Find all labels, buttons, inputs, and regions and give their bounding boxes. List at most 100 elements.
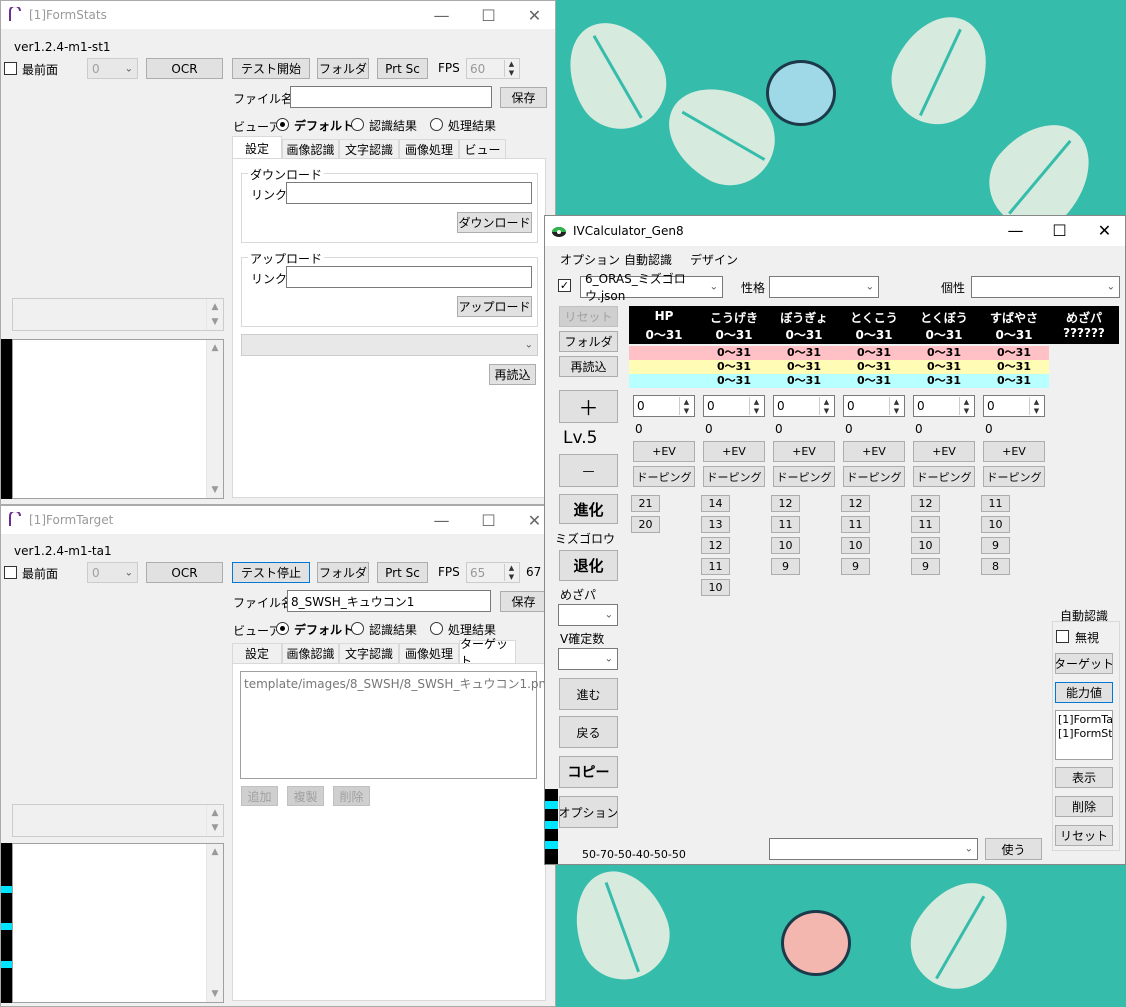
- download-button[interactable]: ダウンロード: [457, 212, 532, 233]
- tab-target[interactable]: ターゲット: [459, 637, 516, 668]
- maximize-icon[interactable]: ☐: [466, 506, 511, 534]
- small-listbox[interactable]: ▲ ▼: [12, 804, 224, 837]
- log-listbox[interactable]: ▲ ▼: [12, 843, 224, 1003]
- stat-candidate-button[interactable]: 9: [911, 558, 940, 575]
- folder-button[interactable]: フォルダ: [317, 58, 369, 79]
- ev-input[interactable]: 0 ▲ ▼: [703, 395, 765, 417]
- save-button[interactable]: 保存: [500, 591, 547, 612]
- delete-button[interactable]: 削除: [333, 786, 370, 806]
- reload-button[interactable]: 再読込: [489, 364, 536, 385]
- use-combo[interactable]: ⌄: [769, 838, 978, 860]
- devolve-button[interactable]: 退化: [559, 550, 618, 581]
- tab-image-proc[interactable]: 画像処理: [399, 139, 459, 159]
- viewer-default-radio[interactable]: [276, 118, 289, 131]
- target-button[interactable]: ターゲット: [1055, 653, 1113, 674]
- template-listbox[interactable]: template/images/8_SWSH/8_SWSH_キュウコン1.png: [240, 671, 554, 779]
- stat-candidate-button[interactable]: 12: [701, 537, 730, 554]
- plus-ev-button[interactable]: +EV: [983, 441, 1045, 462]
- doping-button[interactable]: ドーピング: [913, 466, 975, 487]
- fps-input[interactable]: 65 ▲ ▼: [466, 562, 520, 583]
- menu-auto-recog[interactable]: 自動認識: [624, 251, 672, 268]
- doping-button[interactable]: ドーピング: [773, 466, 835, 487]
- viewer-default-radio[interactable]: [276, 622, 289, 635]
- stat-candidate-button[interactable]: 9: [841, 558, 870, 575]
- stat-candidate-button[interactable]: 11: [911, 516, 940, 533]
- duplicate-button[interactable]: 複製: [287, 786, 324, 806]
- download-link-input[interactable]: [286, 182, 532, 204]
- tab-text-recog[interactable]: 文字認識: [339, 139, 399, 159]
- doping-button[interactable]: ドーピング: [703, 466, 765, 487]
- doping-button[interactable]: ドーピング: [843, 466, 905, 487]
- minimize-icon[interactable]: —: [993, 216, 1038, 244]
- folder-button[interactable]: フォルダ: [559, 331, 618, 352]
- doping-button[interactable]: ドーピング: [633, 466, 695, 487]
- json-file-combo[interactable]: 6_ORAS_ミズゴロウ.json ⌄: [580, 272, 723, 303]
- test-start-button[interactable]: テスト開始: [232, 58, 310, 79]
- ocr-button[interactable]: OCR: [146, 58, 223, 79]
- menu-option[interactable]: オプション: [560, 251, 620, 268]
- close-icon[interactable]: ✕: [512, 1, 557, 29]
- forward-button[interactable]: 進む: [559, 678, 618, 710]
- stat-candidate-button[interactable]: 10: [771, 537, 800, 554]
- menu-design[interactable]: デザイン: [690, 251, 738, 268]
- maximize-icon[interactable]: ☐: [1037, 216, 1082, 244]
- forms-listbox[interactable]: [1]FormTar [1]FormSta: [1055, 710, 1113, 760]
- capture-combo[interactable]: 0 ⌄: [87, 562, 138, 583]
- stat-candidate-button[interactable]: 12: [841, 495, 870, 512]
- option-button[interactable]: オプション: [559, 796, 618, 828]
- tab-text-recog[interactable]: 文字認識: [339, 643, 399, 663]
- disable-checkbox[interactable]: [1056, 630, 1069, 643]
- stat-candidate-button[interactable]: 14: [701, 495, 730, 512]
- upload-button[interactable]: アップロード: [457, 296, 532, 317]
- forms-list-item[interactable]: [1]FormSta: [1058, 727, 1112, 740]
- minimize-icon[interactable]: —: [419, 1, 464, 29]
- fps-input[interactable]: 60 ▲ ▼: [466, 58, 520, 79]
- stat-candidate-button[interactable]: 13: [701, 516, 730, 533]
- viewer-recog-radio[interactable]: [351, 622, 364, 635]
- stat-candidate-button[interactable]: 11: [841, 516, 870, 533]
- delete-button[interactable]: 削除: [1055, 796, 1113, 817]
- viewer-proc-radio[interactable]: [430, 622, 443, 635]
- filename-input[interactable]: 8_SWSH_キュウコン1: [287, 590, 491, 612]
- evolve-button[interactable]: 進化: [559, 494, 618, 524]
- plus-ev-button[interactable]: +EV: [703, 441, 765, 462]
- stat-candidate-button[interactable]: 20: [631, 516, 660, 533]
- stat-candidate-button[interactable]: 21: [631, 495, 660, 512]
- tab-settings[interactable]: 設定: [232, 643, 282, 663]
- tab-image-proc[interactable]: 画像処理: [399, 643, 459, 663]
- close-icon[interactable]: ✕: [1082, 216, 1126, 244]
- ev-input[interactable]: 0 ▲ ▼: [773, 395, 835, 417]
- topmost-checkbox[interactable]: [4, 62, 17, 75]
- hidden-power-combo[interactable]: ⌄: [558, 604, 618, 626]
- tab-view[interactable]: ビュー: [459, 139, 506, 159]
- stat-candidate-button[interactable]: 11: [981, 495, 1010, 512]
- v-count-combo[interactable]: ⌄: [558, 648, 618, 670]
- stat-candidate-button[interactable]: 9: [981, 537, 1010, 554]
- stat-candidate-button[interactable]: 12: [911, 495, 940, 512]
- ev-input[interactable]: 0 ▲ ▼: [843, 395, 905, 417]
- ev-input[interactable]: 0 ▲ ▼: [913, 395, 975, 417]
- stat-candidate-button[interactable]: 10: [841, 537, 870, 554]
- test-stop-button[interactable]: テスト停止: [232, 562, 310, 583]
- prtsc-button[interactable]: Prt Sc: [377, 58, 428, 79]
- level-up-button[interactable]: ＋: [559, 390, 618, 423]
- add-button[interactable]: 追加: [241, 786, 278, 806]
- maximize-icon[interactable]: ☐: [466, 1, 511, 29]
- ev-input[interactable]: 0 ▲ ▼: [983, 395, 1045, 417]
- viewer-proc-radio[interactable]: [430, 118, 443, 131]
- stat-candidate-button[interactable]: 11: [701, 558, 730, 575]
- minimize-icon[interactable]: —: [419, 506, 464, 534]
- settings-combo[interactable]: ⌄: [241, 334, 538, 356]
- ev-input[interactable]: 0 ▲ ▼: [633, 395, 695, 417]
- stat-candidate-button[interactable]: 10: [911, 537, 940, 554]
- stat-candidate-button[interactable]: 12: [771, 495, 800, 512]
- tab-settings[interactable]: 設定: [232, 136, 282, 159]
- nature-combo[interactable]: ⌄: [769, 276, 879, 298]
- log-listbox[interactable]: ▲ ▼: [12, 339, 224, 499]
- forms-list-item[interactable]: [1]FormTar: [1058, 713, 1112, 726]
- folder-button[interactable]: フォルダ: [317, 562, 369, 583]
- prtsc-button[interactable]: Prt Sc: [377, 562, 428, 583]
- tab-image-recog[interactable]: 画像認識: [282, 139, 339, 159]
- reload-button[interactable]: 再読込: [559, 356, 618, 377]
- ocr-button[interactable]: OCR: [146, 562, 223, 583]
